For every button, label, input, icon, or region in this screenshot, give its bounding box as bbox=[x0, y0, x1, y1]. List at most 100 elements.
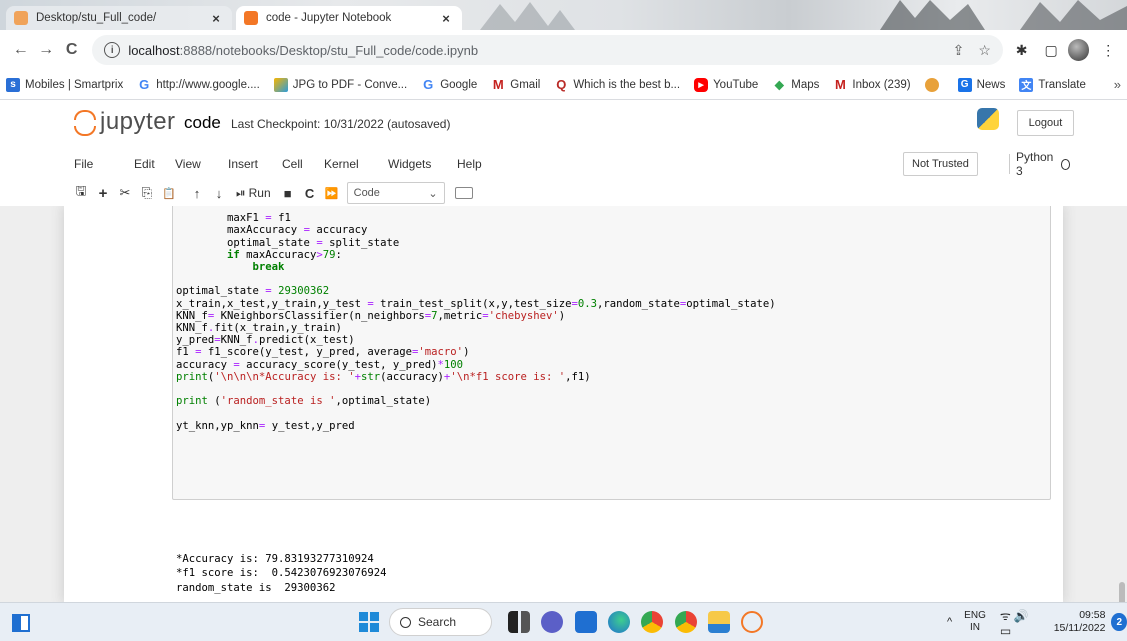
cut-icon[interactable]: ✂ bbox=[114, 181, 136, 205]
notebook-name[interactable]: code bbox=[184, 113, 221, 133]
arrow-left-icon[interactable]: ← bbox=[8, 37, 33, 63]
move-up-icon[interactable]: ↑ bbox=[186, 181, 208, 205]
interrupt-icon[interactable]: ■ bbox=[277, 181, 299, 205]
bookmarks-more-icon[interactable]: » bbox=[1114, 77, 1121, 92]
bookmark-label: Inbox (239) bbox=[852, 78, 911, 91]
restart-icon[interactable]: C bbox=[299, 181, 321, 205]
task-view-icon[interactable] bbox=[508, 611, 530, 633]
screen: Desktop/stu_Full_code/ × code - Jupyter … bbox=[0, 0, 1127, 641]
bookmark-youtube[interactable]: ▶ YouTube bbox=[694, 77, 759, 92]
jupyter-taskbar-icon[interactable] bbox=[741, 611, 763, 633]
jupyter-wordmark[interactable]: jupyter bbox=[100, 108, 176, 136]
taskbar-search[interactable]: Search bbox=[389, 608, 492, 636]
gmail-icon: M bbox=[492, 77, 504, 92]
menu-insert[interactable]: Insert bbox=[228, 157, 258, 171]
logout-button[interactable]: Logout bbox=[1017, 110, 1074, 136]
chrome-icon[interactable] bbox=[641, 611, 663, 633]
copy-icon[interactable]: ⎘ bbox=[136, 181, 158, 205]
bookmark-label: Translate bbox=[1038, 78, 1086, 91]
save-icon[interactable]: 🖫 bbox=[70, 181, 92, 205]
not-trusted-button[interactable]: Not Trusted bbox=[903, 152, 978, 176]
language-indicator[interactable]: ENG IN bbox=[964, 610, 986, 634]
translate-icon: 文 bbox=[1019, 77, 1034, 92]
page-scrollbar[interactable] bbox=[1119, 582, 1125, 602]
notification-badge[interactable]: 2 bbox=[1111, 613, 1127, 631]
star-icon[interactable]: ☆ bbox=[978, 42, 991, 59]
code-line: optimal_state = split_state bbox=[176, 236, 400, 249]
add-cell-icon[interactable]: + bbox=[92, 181, 114, 205]
google-icon: G bbox=[139, 77, 150, 92]
checkpoint-status: Last Checkpoint: 10/31/2022 (autosaved) bbox=[231, 117, 451, 131]
run-button[interactable]: ⏯ Run bbox=[230, 181, 277, 205]
wifi-volume-battery-icon[interactable]: ᯤ🔊▭ bbox=[1000, 607, 1040, 638]
bookmark-label: Which is the best b... bbox=[573, 78, 681, 91]
menu-help[interactable]: Help bbox=[457, 157, 482, 171]
tab-close-icon[interactable]: × bbox=[208, 11, 224, 26]
bookmark-maps[interactable]: ⬥ Maps bbox=[772, 76, 820, 92]
reload-icon[interactable]: C bbox=[59, 37, 84, 63]
lang-code: ENG bbox=[964, 610, 986, 621]
bookmark-label: News bbox=[976, 78, 1006, 91]
sidepanel-icon[interactable]: ▢ bbox=[1040, 39, 1062, 61]
notebook-container: maxF1 = f1 maxAccuracy = accuracy optima… bbox=[64, 206, 1063, 602]
bookmark-translate[interactable]: 文 Translate bbox=[1019, 77, 1086, 92]
code-line: KNN_f.fit(x_train,y_train) bbox=[176, 322, 342, 335]
widgets-icon[interactable] bbox=[12, 614, 30, 632]
tab-close-icon[interactable]: × bbox=[438, 11, 454, 26]
bookmark-news[interactable]: G News bbox=[957, 77, 1006, 92]
chrome-profile-icon[interactable] bbox=[675, 611, 697, 633]
code-cell-input[interactable]: maxF1 = f1 maxAccuracy = accuracy optima… bbox=[176, 206, 776, 432]
clock-date: 15/11/2022 bbox=[1053, 622, 1106, 634]
tray-chevron-icon[interactable]: ^ bbox=[947, 616, 952, 628]
file-explorer-icon[interactable] bbox=[708, 611, 730, 633]
bookmark-gmail[interactable]: M Gmail bbox=[491, 77, 540, 92]
smartprix-icon: s bbox=[6, 77, 20, 92]
info-icon[interactable]: i bbox=[104, 42, 121, 58]
bookmark-jpg-to-pdf[interactable]: JPG to PDF - Conve... bbox=[273, 77, 407, 92]
python-logo-icon bbox=[977, 108, 999, 130]
cell-type-value: Code bbox=[353, 187, 380, 199]
bookmark-google[interactable]: G Google bbox=[421, 77, 477, 92]
menu-kernel[interactable]: Kernel bbox=[324, 157, 359, 171]
edge-icon[interactable] bbox=[608, 611, 630, 633]
bookmark-label: http://www.google.... bbox=[156, 78, 260, 91]
code-line: if maxAccuracy>79: bbox=[227, 248, 342, 261]
profile-avatar[interactable] bbox=[1067, 39, 1090, 61]
keyboard-icon[interactable] bbox=[454, 187, 473, 199]
paste-icon[interactable]: 📋 bbox=[158, 181, 180, 205]
tab-title: Desktop/stu_Full_code/ bbox=[36, 12, 157, 24]
tab-code-notebook[interactable]: code - Jupyter Notebook × bbox=[236, 6, 462, 30]
cell-type-select[interactable]: Code ⌄ bbox=[346, 182, 445, 204]
menu-edit[interactable]: Edit bbox=[134, 157, 155, 171]
kebab-menu-icon[interactable]: ⋮ bbox=[1097, 39, 1119, 61]
share-icon[interactable]: ⇪ bbox=[953, 42, 965, 59]
output-line: *f1 score is: 0.5423076923076924 bbox=[176, 567, 387, 580]
address-bar[interactable]: i localhost:8888/notebooks/Desktop/stu_F… bbox=[92, 35, 1003, 65]
bookmark-quora[interactable]: Q Which is the best b... bbox=[554, 77, 681, 92]
output-line: *Accuracy is: 79.83193277310924 bbox=[176, 553, 374, 565]
menu-file[interactable]: File bbox=[74, 157, 93, 171]
code-line: KNN_f= KNeighborsClassifier(n_neighbors=… bbox=[176, 309, 566, 322]
store-icon[interactable] bbox=[575, 611, 597, 633]
clock[interactable]: 09:58 15/11/2022 bbox=[1054, 609, 1106, 635]
menu-cell[interactable]: Cell bbox=[282, 157, 303, 171]
move-down-icon[interactable]: ↓ bbox=[208, 181, 230, 205]
bookmark-extension[interactable] bbox=[924, 77, 944, 92]
restart-run-all-icon[interactable]: ⏩ bbox=[321, 181, 343, 205]
menu-widgets[interactable]: Widgets bbox=[388, 157, 431, 171]
jupyter-logo-icon[interactable] bbox=[74, 106, 98, 140]
chat-icon[interactable] bbox=[541, 611, 563, 633]
maps-icon: ⬥ bbox=[774, 76, 784, 92]
bookmark-smartprix[interactable]: s Mobiles | Smartprix bbox=[6, 77, 123, 92]
bookmark-label: YouTube bbox=[713, 78, 759, 91]
arrow-right-icon[interactable]: → bbox=[33, 37, 58, 63]
bookmark-inbox[interactable]: M Inbox (239) bbox=[833, 77, 911, 92]
system-tray: ^ ENG IN ᯤ🔊▭ 09:58 15/11/2022 2 bbox=[947, 607, 1127, 638]
menu-view[interactable]: View bbox=[175, 157, 201, 171]
bookmark-google-url[interactable]: Ghttp://www.google.... bbox=[137, 77, 260, 92]
tab-desktop-folder[interactable]: Desktop/stu_Full_code/ × bbox=[6, 6, 232, 30]
windows-start-icon[interactable] bbox=[359, 612, 379, 632]
puzzle-icon[interactable]: ✱ bbox=[1011, 39, 1033, 61]
code-line: yt_knn,yp_knn= y_test,y_pred bbox=[176, 419, 355, 432]
